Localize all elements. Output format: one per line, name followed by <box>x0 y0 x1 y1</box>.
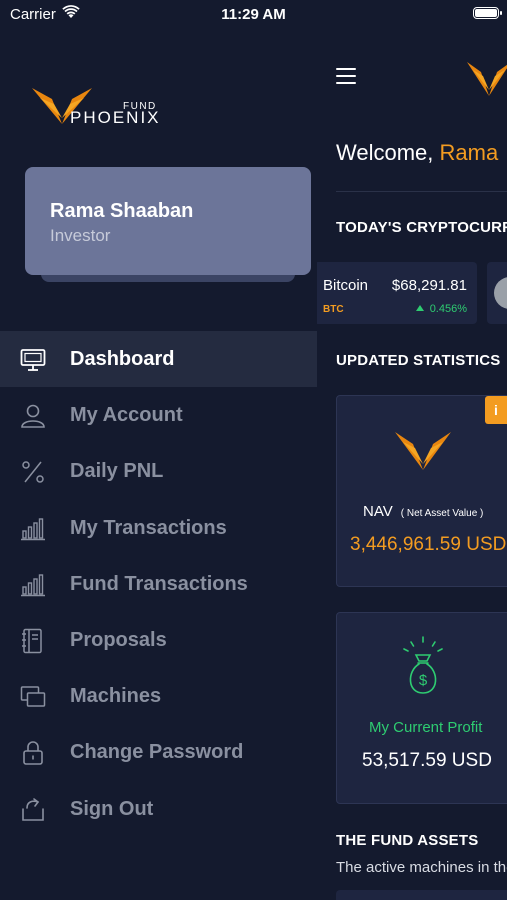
menu-item-my-transactions[interactable]: My Transactions <box>0 500 317 556</box>
stats-section-title: UPDATED STATISTICS <box>336 352 501 369</box>
menu-label: Machines <box>70 685 162 708</box>
profit-label: My Current Profit <box>369 719 483 736</box>
menu-item-dashboard[interactable]: Dashboard <box>0 331 317 388</box>
clock: 11:29 AM <box>221 6 286 23</box>
menu-item-proposals[interactable]: Proposals <box>0 612 317 668</box>
machines-icon <box>20 686 46 707</box>
lock-icon <box>23 741 43 766</box>
nav-sublabel: ( Net Asset Value ) <box>400 508 484 519</box>
status-bar: Carrier 11:29 AM <box>0 0 507 30</box>
menu-item-my-account[interactable]: My Account <box>0 387 317 443</box>
menu-label: My Account <box>70 404 183 427</box>
profit-card[interactable]: $ My Current Profit 53,517.59 USD <box>336 612 507 804</box>
coin-icon <box>494 277 507 309</box>
menu-label: My Transactions <box>70 516 227 539</box>
menu-item-machines[interactable]: Machines <box>0 668 317 724</box>
nav-value: 3,446,961.59 USD <box>350 534 507 555</box>
menu-item-fund-transactions[interactable]: Fund Transactions <box>0 556 317 612</box>
menu-item-change-password[interactable]: Change Password <box>0 724 317 780</box>
crypto-section-title: TODAY'S CRYPTOCURRENCIES <box>336 219 507 236</box>
divider <box>336 191 507 192</box>
nav-label: NAV ( Net Asset Value ) <box>363 503 483 520</box>
asset-card[interactable] <box>336 890 507 900</box>
svg-text:$: $ <box>419 672 428 689</box>
crypto-card-next[interactable] <box>487 262 507 324</box>
percent-icon <box>22 461 44 484</box>
sign-out-icon <box>22 797 44 821</box>
assets-section-title: THE FUND ASSETS <box>336 832 479 849</box>
menu-label: Change Password <box>70 741 244 764</box>
menu-label: Dashboard <box>70 348 175 370</box>
menu-label: Daily PNL <box>70 460 164 483</box>
crypto-name: Bitcoin <box>323 277 369 294</box>
money-bag-icon: $ <box>403 636 443 694</box>
info-badge-button[interactable]: i <box>485 396 507 424</box>
logo-phoenix-text: PHOENIX <box>70 108 161 127</box>
hamburger-menu-icon[interactable] <box>336 68 356 84</box>
crypto-symbol: BTC <box>323 304 344 315</box>
crypto-price: $68,291.81 <box>391 277 467 294</box>
battery-icon <box>473 7 502 19</box>
menu-label: Proposals <box>70 628 167 651</box>
drawer-menu: Dashboard My Account Daily PNL My Transa… <box>0 331 317 837</box>
menu-label: Fund Transactions <box>70 572 248 595</box>
phoenix-logo-icon <box>467 62 507 96</box>
nav-title: NAV <box>363 503 393 520</box>
welcome-username: Rama <box>439 140 499 165</box>
assets-description: The active machines in the fund <box>336 859 507 876</box>
nav-card[interactable]: NAV ( Net Asset Value ) 3,446,961.59 USD <box>336 395 507 587</box>
side-drawer: FUND PHOENIX Rama Shaaban Investor Dashb… <box>0 0 317 900</box>
user-icon <box>21 404 45 428</box>
menu-label: Sign Out <box>70 797 154 820</box>
crypto-change: 0.456% <box>416 303 467 315</box>
bar-chart-icon <box>21 574 45 596</box>
profile-card[interactable]: Rama Shaaban Investor <box>25 167 311 275</box>
notebook-icon <box>22 628 42 654</box>
profit-value: 53,517.59 USD <box>362 750 492 771</box>
menu-item-daily-pnl[interactable]: Daily PNL <box>0 443 317 499</box>
profile-role: Investor <box>50 226 111 245</box>
crypto-card-bitcoin[interactable]: Bitcoin $68,291.81 BTC 0.456% <box>317 262 477 324</box>
welcome-heading: Welcome, Rama <box>336 140 498 166</box>
phoenix-logo-icon <box>395 432 451 470</box>
bar-chart-icon <box>21 517 45 540</box>
menu-item-sign-out[interactable]: Sign Out <box>0 781 317 837</box>
welcome-text: Welcome, <box>336 140 434 165</box>
main-dashboard: Welcome, Rama TODAY'S CRYPTOCURRENCIES B… <box>317 0 507 900</box>
profile-name: Rama Shaaban <box>50 200 194 222</box>
monitor-icon <box>20 349 46 371</box>
